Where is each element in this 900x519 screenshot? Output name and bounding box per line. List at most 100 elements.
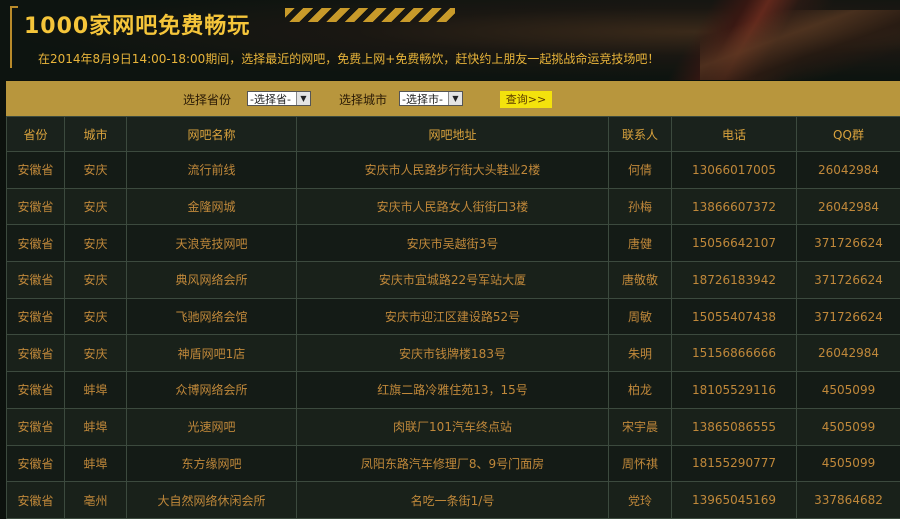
province-cell: 安徽省 <box>6 334 65 373</box>
table-row: 安徽省 蚌埠 众博网络会所 红旗二路冷雅住苑13，15号 柏龙 18105529116 45… <box>6 371 900 409</box>
province-select[interactable]: -选择省- ▼ <box>247 91 311 106</box>
city-cell: 安庆 <box>64 297 127 336</box>
qq-group-cell: 371726624 <box>796 224 900 263</box>
column-header: QQ群 <box>796 116 900 152</box>
phone-cell: 18726183942 <box>671 261 797 299</box>
cafe-name-cell: 神盾网吧1店 <box>126 334 297 373</box>
city-label: 选择城市 <box>339 93 388 107</box>
contact-cell: 何倩 <box>608 151 672 189</box>
address-cell: 安庆市迎江区建设路52号 <box>296 297 609 336</box>
column-header: 城市 <box>64 116 127 152</box>
table-row: 安徽省 安庆 神盾网吧1店 安庆市钱牌楼183号 朱明 15156866666 260429… <box>6 334 900 373</box>
table-row: 安徽省 安庆 流行前线 安庆市人民路步行街大头鞋业2楼 何倩 13066017005 260… <box>6 151 900 189</box>
cafe-name-cell: 典风网络会所 <box>126 261 297 299</box>
table-header-row: 省份 城市 网吧名称 网吧地址 联系人 电话 QQ群 <box>6 116 900 152</box>
city-cell: 安庆 <box>64 151 127 189</box>
province-select-value: -选择省- <box>250 93 291 106</box>
table-row: 安徽省 亳州 大自然网络休闲会所 名吃一条街1/号 党玲 13965045169 33786… <box>6 481 900 519</box>
cafe-name-cell: 金隆网城 <box>126 187 297 226</box>
city-cell: 安庆 <box>64 224 127 263</box>
province-cell: 安徽省 <box>6 151 65 189</box>
city-select[interactable]: -选择市- ▼ <box>399 91 463 106</box>
province-label: 选择省份 <box>183 93 232 107</box>
internet-cafe-table: 省份 城市 网吧名称 网吧地址 联系人 电话 QQ群 安徽省 安庆 流行前线 安庆市人… <box>6 116 900 519</box>
cafe-name-cell: 众博网络会所 <box>126 371 297 409</box>
phone-cell: 15055407438 <box>671 297 797 336</box>
column-header: 电话 <box>671 116 797 152</box>
table-row: 安徽省 蚌埠 光速网吧 肉联厂101汽车终点站 宋宇晨 13865086555 450509… <box>6 407 900 446</box>
address-cell: 名吃一条街1/号 <box>296 481 609 519</box>
province-cell: 安徽省 <box>6 407 65 446</box>
address-cell: 安庆市吴越街3号 <box>296 224 609 263</box>
search-bar: 选择省份 -选择省- ▼ 选择城市 -选择市- ▼ 查询>> <box>6 81 900 116</box>
city-cell: 亳州 <box>64 481 127 519</box>
address-cell: 凤阳东路汽车修理厂8、9号门面房 <box>296 444 609 483</box>
phone-cell: 13866607372 <box>671 187 797 226</box>
phone-cell: 18155290777 <box>671 444 797 483</box>
table-row: 安徽省 安庆 飞驰网络会馆 安庆市迎江区建设路52号 周敏 15055407438 3717… <box>6 297 900 336</box>
table-row: 安徽省 安庆 金隆网城 安庆市人民路女人街街口3楼 孙梅 13866607372 26042… <box>6 187 900 226</box>
column-header: 联系人 <box>608 116 672 152</box>
table-row: 安徽省 安庆 典风网络会所 安庆市宜城路22号军站大厦 唐敬敬 18726183942 37… <box>6 261 900 299</box>
contact-cell: 朱明 <box>608 334 672 373</box>
cafe-name-cell: 飞驰网络会馆 <box>126 297 297 336</box>
phone-cell: 15056642107 <box>671 224 797 263</box>
qq-group-cell: 4505099 <box>796 371 900 409</box>
province-cell: 安徽省 <box>6 371 65 409</box>
province-cell: 安徽省 <box>6 261 65 299</box>
city-cell: 蚌埠 <box>64 444 127 483</box>
contact-cell: 唐健 <box>608 224 672 263</box>
city-cell: 蚌埠 <box>64 407 127 446</box>
chevron-down-icon: ▼ <box>448 92 462 105</box>
query-button[interactable]: 查询>> <box>500 91 552 108</box>
city-cell: 安庆 <box>64 187 127 226</box>
cafe-name-cell: 光速网吧 <box>126 407 297 446</box>
contact-cell: 宋宇晨 <box>608 407 672 446</box>
column-header: 网吧名称 <box>126 116 297 152</box>
province-cell: 安徽省 <box>6 481 65 519</box>
city-cell: 安庆 <box>64 334 127 373</box>
cafe-name-cell: 流行前线 <box>126 151 297 189</box>
contact-cell: 党玲 <box>608 481 672 519</box>
province-cell: 安徽省 <box>6 444 65 483</box>
qq-group-cell: 371726624 <box>796 261 900 299</box>
cafe-name-cell: 大自然网络休闲会所 <box>126 481 297 519</box>
qq-group-cell: 26042984 <box>796 151 900 189</box>
phone-cell: 13865086555 <box>671 407 797 446</box>
city-cell: 蚌埠 <box>64 371 127 409</box>
contact-cell: 唐敬敬 <box>608 261 672 299</box>
address-cell: 安庆市钱牌楼183号 <box>296 334 609 373</box>
title-frame <box>10 6 18 68</box>
decorative-artwork-2 <box>700 10 900 80</box>
phone-cell: 15156866666 <box>671 334 797 373</box>
qq-group-cell: 26042984 <box>796 334 900 373</box>
city-select-value: -选择市- <box>402 93 443 106</box>
province-cell: 安徽省 <box>6 187 65 226</box>
column-header: 网吧地址 <box>296 116 609 152</box>
phone-cell: 13066017005 <box>671 151 797 189</box>
city-cell: 安庆 <box>64 261 127 299</box>
contact-cell: 周敏 <box>608 297 672 336</box>
contact-cell: 孙梅 <box>608 187 672 226</box>
chevron-down-icon: ▼ <box>296 92 310 105</box>
column-header: 省份 <box>6 116 65 152</box>
page-title: 1000家网吧免费畅玩 <box>24 14 251 39</box>
address-cell: 安庆市人民路女人街街口3楼 <box>296 187 609 226</box>
address-cell: 安庆市宜城路22号军站大厦 <box>296 261 609 299</box>
address-cell: 安庆市人民路步行街大头鞋业2楼 <box>296 151 609 189</box>
province-cell: 安徽省 <box>6 224 65 263</box>
address-cell: 红旗二路冷雅住苑13，15号 <box>296 371 609 409</box>
phone-cell: 13965045169 <box>671 481 797 519</box>
province-cell: 安徽省 <box>6 297 65 336</box>
contact-cell: 柏龙 <box>608 371 672 409</box>
header-banner: 1000家网吧免费畅玩 在2014年8月9日14:00-18:00期间，选择最近… <box>0 0 900 80</box>
table-row: 安徽省 蚌埠 东方缘网吧 凤阳东路汽车修理厂8、9号门面房 周怀祺 18155290777… <box>6 444 900 483</box>
address-cell: 肉联厂101汽车终点站 <box>296 407 609 446</box>
qq-group-cell: 371726624 <box>796 297 900 336</box>
phone-cell: 18105529116 <box>671 371 797 409</box>
contact-cell: 周怀祺 <box>608 444 672 483</box>
qq-group-cell: 4505099 <box>796 444 900 483</box>
cafe-name-cell: 天浪竞技网吧 <box>126 224 297 263</box>
qq-group-cell: 4505099 <box>796 407 900 446</box>
cafe-name-cell: 东方缘网吧 <box>126 444 297 483</box>
